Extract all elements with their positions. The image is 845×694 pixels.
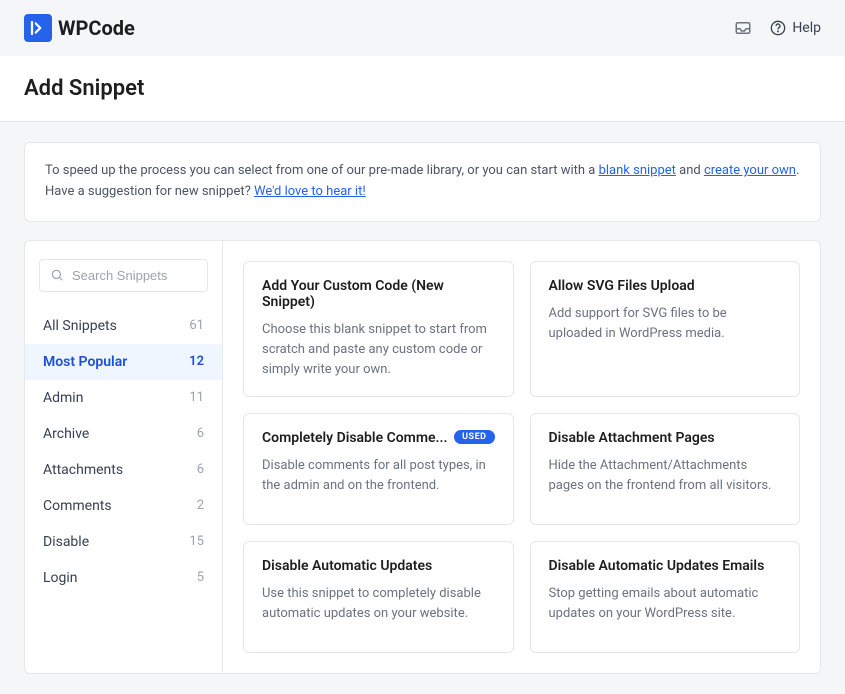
- sidebar: All Snippets 61 Most Popular 12 Admin 11…: [25, 241, 223, 673]
- cat-label: Disable: [43, 534, 89, 550]
- intro-text-2: and: [676, 163, 704, 178]
- help-icon: [770, 20, 786, 36]
- cat-count: 6: [197, 462, 204, 477]
- content-wrapper: To speed up the process you can select f…: [0, 122, 845, 694]
- used-badge: USED: [454, 430, 494, 444]
- snippet-card[interactable]: Completely Disable Comme... USED Disable…: [243, 413, 514, 525]
- snippet-desc: Add support for SVG files to be uploaded…: [549, 304, 782, 344]
- sidebar-item-comments[interactable]: Comments 2: [25, 488, 222, 524]
- sidebar-item-disable[interactable]: Disable 15: [25, 524, 222, 560]
- cat-label: Admin: [43, 390, 83, 406]
- cat-count: 11: [189, 390, 204, 405]
- sidebar-item-login[interactable]: Login 5: [25, 560, 222, 596]
- main-panel: All Snippets 61 Most Popular 12 Admin 11…: [24, 240, 821, 674]
- snippet-desc: Hide the Attachment/Attachments pages on…: [549, 456, 782, 496]
- cat-label: Archive: [43, 426, 89, 442]
- cat-count: 12: [189, 354, 204, 369]
- search-wrap: [25, 259, 222, 308]
- cat-label: Attachments: [43, 462, 123, 478]
- snippet-desc: Use this snippet to completely disable a…: [262, 584, 495, 624]
- cat-label: All Snippets: [43, 318, 117, 334]
- blank-snippet-link[interactable]: blank snippet: [599, 163, 676, 178]
- snippet-card[interactable]: Add Your Custom Code (New Snippet) Choos…: [243, 261, 514, 397]
- snippet-grid: Add Your Custom Code (New Snippet) Choos…: [243, 261, 800, 653]
- snippet-desc: Choose this blank snippet to start from …: [262, 320, 495, 380]
- help-label: Help: [792, 20, 821, 36]
- create-own-link[interactable]: create your own: [704, 163, 796, 178]
- category-list: All Snippets 61 Most Popular 12 Admin 11…: [25, 308, 222, 596]
- cat-label: Most Popular: [43, 354, 127, 370]
- search-icon: [50, 268, 64, 282]
- intro-text-1: To speed up the process you can select f…: [45, 163, 599, 178]
- header-actions: Help: [734, 19, 821, 37]
- snippet-card[interactable]: Disable Attachment Pages Hide the Attach…: [530, 413, 801, 525]
- page-title: Add Snippet: [24, 76, 821, 101]
- snippet-card[interactable]: Allow SVG Files Upload Add support for S…: [530, 261, 801, 397]
- suggestion-link[interactable]: We'd love to hear it!: [254, 184, 366, 199]
- snippet-title: Disable Automatic Updates Emails: [549, 558, 765, 574]
- snippet-desc: Stop getting emails about automatic upda…: [549, 584, 782, 624]
- snippet-desc: Disable comments for all post types, in …: [262, 456, 495, 496]
- cat-count: 15: [189, 534, 204, 549]
- cat-count: 61: [189, 318, 204, 333]
- brand-logo[interactable]: WPCode: [24, 14, 135, 42]
- snippet-title: Disable Automatic Updates: [262, 558, 432, 574]
- app-header: WPCode Help: [0, 0, 845, 56]
- cat-count: 6: [197, 426, 204, 441]
- snippets-area: Add Your Custom Code (New Snippet) Choos…: [223, 241, 820, 673]
- cat-label: Login: [43, 570, 78, 586]
- cat-label: Comments: [43, 498, 112, 514]
- snippet-title: Completely Disable Comme...: [262, 430, 447, 446]
- brand-text: WPCode: [58, 16, 135, 40]
- sidebar-item-most-popular[interactable]: Most Popular 12: [25, 344, 222, 380]
- snippet-card[interactable]: Disable Automatic Updates Use this snipp…: [243, 541, 514, 653]
- sidebar-item-attachments[interactable]: Attachments 6: [25, 452, 222, 488]
- brand-icon: [24, 14, 52, 42]
- help-link[interactable]: Help: [770, 20, 821, 36]
- snippet-card[interactable]: Disable Automatic Updates Emails Stop ge…: [530, 541, 801, 653]
- sidebar-item-all-snippets[interactable]: All Snippets 61: [25, 308, 222, 344]
- inbox-icon[interactable]: [734, 19, 752, 37]
- sidebar-item-archive[interactable]: Archive 6: [25, 416, 222, 452]
- snippet-title: Add Your Custom Code (New Snippet): [262, 278, 495, 310]
- search-input[interactable]: [72, 268, 197, 283]
- intro-box: To speed up the process you can select f…: [24, 142, 821, 222]
- cat-count: 2: [197, 498, 204, 513]
- page-title-bar: Add Snippet: [0, 56, 845, 122]
- search-box[interactable]: [39, 259, 208, 292]
- cat-count: 5: [197, 570, 204, 585]
- snippet-title: Disable Attachment Pages: [549, 430, 715, 446]
- snippet-title: Allow SVG Files Upload: [549, 278, 695, 294]
- sidebar-item-admin[interactable]: Admin 11: [25, 380, 222, 416]
